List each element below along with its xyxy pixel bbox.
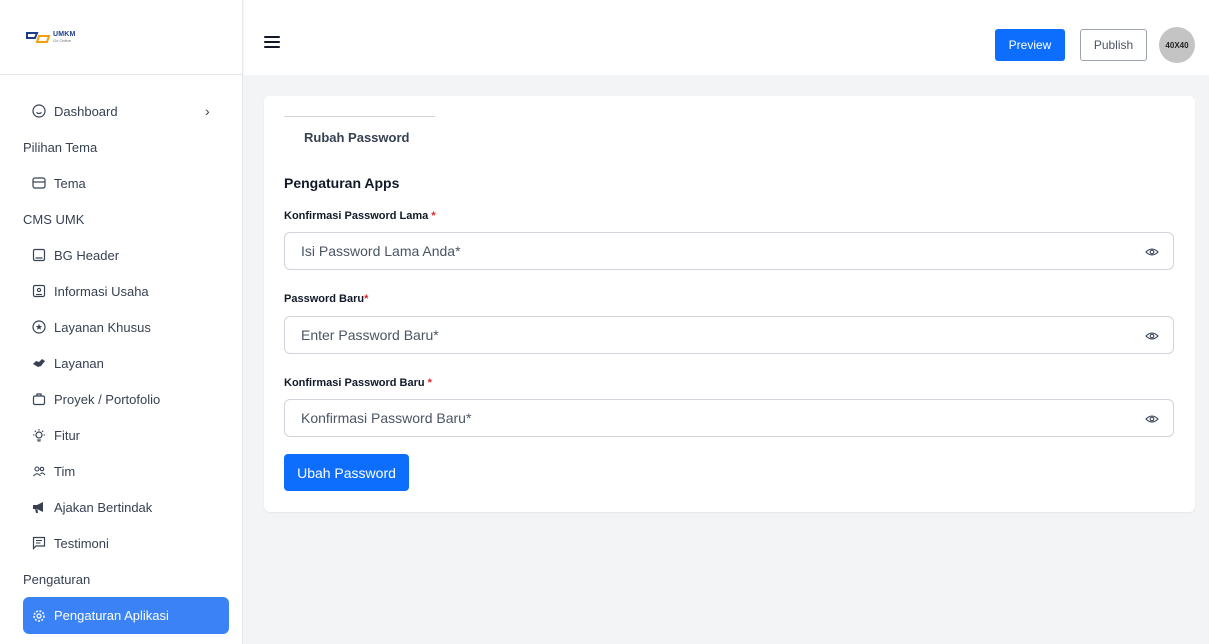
- chevron-right-icon: ›: [205, 103, 210, 119]
- change-password-card: Rubah Password Pengaturan Apps Konfirmas…: [264, 96, 1195, 512]
- old-password-field: [284, 232, 1174, 270]
- eye-icon[interactable]: [1145, 412, 1159, 426]
- sidebar-item-testimoni[interactable]: Testimoni: [0, 525, 242, 561]
- sidebar-item-label: Fitur: [54, 427, 80, 443]
- menu-toggle-icon[interactable]: [264, 36, 280, 48]
- old-password-input[interactable]: [285, 233, 1125, 269]
- sidebar-item-bg-header[interactable]: BG Header: [0, 237, 242, 273]
- confirm-password-input[interactable]: [285, 400, 1125, 436]
- lightbulb-icon: [32, 428, 46, 442]
- message-square-icon: [32, 536, 46, 550]
- sidebar-item-ajakan[interactable]: Ajakan Bertindak: [0, 489, 242, 525]
- confirm-password-label: Konfirmasi Password Baru *: [284, 377, 432, 389]
- sidebar-item-label: Ajakan Bertindak: [54, 499, 153, 515]
- briefcase-icon: [32, 392, 46, 406]
- eye-icon[interactable]: [1145, 329, 1159, 343]
- sidebar-nav: Dashboard › Pilihan Tema Tema CMS UMK BG…: [0, 75, 242, 634]
- sidebar-item-label: Layanan: [54, 355, 104, 371]
- required-asterisk: *: [427, 377, 432, 389]
- sidebar-item-label: BG Header: [54, 247, 120, 263]
- sidebar-item-label: Pengaturan Aplikasi: [54, 608, 169, 623]
- brand-logo[interactable]: UMKM Go Online: [26, 30, 76, 44]
- preview-button[interactable]: Preview: [995, 29, 1065, 61]
- publish-button[interactable]: Publish: [1080, 29, 1147, 61]
- sidebar-item-layanan[interactable]: Layanan: [0, 345, 242, 381]
- sidebar-item-pengaturan-aplikasi[interactable]: Pengaturan Aplikasi: [23, 597, 229, 634]
- new-password-field: [284, 316, 1174, 354]
- sidebar-item-label: Tim: [54, 463, 76, 479]
- handshake-icon: [32, 356, 46, 370]
- home-icon: [32, 104, 46, 118]
- logo-subtitle: Go Online: [53, 38, 72, 43]
- top-header: Preview Publish 40X40: [244, 0, 1209, 75]
- tab-divider: [284, 116, 435, 117]
- new-password-input[interactable]: [285, 317, 1125, 353]
- star-circle-icon: [32, 320, 46, 334]
- users-icon: [32, 464, 46, 478]
- sidebar-item-label: Tema: [54, 175, 86, 191]
- sidebar-item-label: Testimoni: [54, 535, 109, 551]
- palette-icon: [32, 176, 46, 190]
- required-asterisk: *: [364, 293, 369, 305]
- sidebar-item-dashboard[interactable]: Dashboard ›: [0, 93, 242, 129]
- image-icon: [32, 248, 46, 262]
- tab-rubah-password[interactable]: Rubah Password: [304, 130, 409, 145]
- section-title: Pengaturan Apps: [284, 175, 400, 191]
- sidebar-item-tema[interactable]: Tema: [0, 165, 242, 201]
- sidebar-section-tema: Pilihan Tema: [23, 139, 98, 155]
- sidebar: UMKM Go Online Dashboard › Pilihan Tema …: [0, 0, 243, 644]
- logo-area: UMKM Go Online: [0, 0, 242, 75]
- eye-icon[interactable]: [1145, 245, 1159, 259]
- sidebar-section-cms: CMS UMK: [23, 211, 85, 227]
- sidebar-section-pengaturan: Pengaturan: [23, 571, 91, 587]
- sidebar-item-informasi-usaha[interactable]: Informasi Usaha: [0, 273, 242, 309]
- sidebar-item-label: Informasi Usaha: [54, 283, 149, 299]
- sidebar-item-label: Dashboard: [54, 103, 118, 119]
- confirm-password-field: [284, 399, 1174, 437]
- id-card-icon: [32, 284, 46, 298]
- required-asterisk: *: [431, 210, 436, 222]
- sidebar-item-proyek[interactable]: Proyek / Portofolio: [0, 381, 242, 417]
- sidebar-item-tim[interactable]: Tim: [0, 453, 242, 489]
- megaphone-icon: [32, 500, 46, 514]
- logo-title: UMKM: [53, 31, 76, 38]
- new-password-label: Password Baru*: [284, 293, 369, 305]
- logo-mark-icon: [26, 32, 50, 43]
- sidebar-item-label: Proyek / Portofolio: [54, 391, 161, 407]
- avatar[interactable]: 40X40: [1159, 27, 1195, 63]
- gear-icon: [32, 609, 46, 623]
- sidebar-item-fitur[interactable]: Fitur: [0, 417, 242, 453]
- old-password-label: Konfirmasi Password Lama *: [284, 210, 436, 222]
- sidebar-item-layanan-khusus[interactable]: Layanan Khusus: [0, 309, 242, 345]
- sidebar-item-label: Layanan Khusus: [54, 319, 151, 335]
- ubah-password-button[interactable]: Ubah Password: [284, 454, 409, 491]
